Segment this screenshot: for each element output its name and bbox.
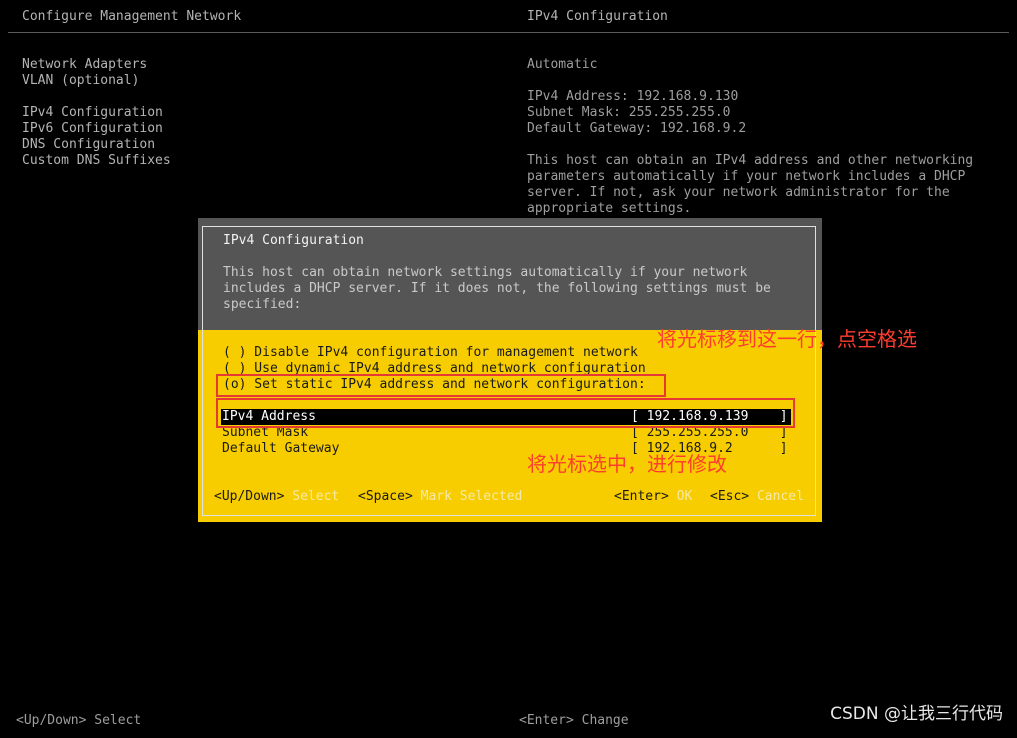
menu-item-ipv6[interactable]: IPv6 Configuration (22, 121, 163, 137)
ipv4-mode: Automatic (527, 57, 598, 72)
annotation-field-note: 将光标选中，进行修改 (527, 452, 727, 476)
hint-action: OK (676, 489, 693, 504)
menu-item-network-adapters[interactable]: Network Adapters (22, 57, 147, 73)
info-description-line: appropriate settings. (527, 201, 692, 216)
info-description-line: server. If not, ask your network adminis… (527, 185, 950, 200)
hint-key: <Space> (358, 489, 413, 504)
hint-enter[interactable]: <Enter> OK (614, 489, 692, 505)
header-divider (8, 32, 1009, 33)
field-label-default-gateway: Default Gateway (222, 441, 340, 456)
dialog-description-line: specified: (223, 297, 302, 312)
info-description-line: parameters automatically if your network… (527, 169, 966, 184)
hint-space: <Space> Mark Selected (358, 489, 522, 505)
ipv4-config-dialog: IPv4 Configuration This host can obtain … (198, 218, 822, 522)
menu-item-vlan[interactable]: VLAN (optional) (22, 73, 139, 89)
hint-key: <Enter> (614, 489, 669, 504)
panel-title: IPv4 Configuration (527, 9, 668, 24)
footer-hint-select: <Up/Down> Select (16, 713, 142, 728)
current-gateway: Default Gateway: 192.168.9.2 (527, 121, 747, 136)
menu-item-ipv4[interactable]: IPv4 Configuration (22, 105, 163, 121)
footer-hint-change: <Enter> Change (519, 713, 629, 728)
dialog-description-line: includes a DHCP server. If it does not, … (223, 281, 771, 296)
annotation-option-note: 将光标移到这一行，点空格选 (657, 327, 917, 351)
hint-action: Select (292, 489, 340, 504)
current-address: IPv4 Address: 192.168.9.130 (527, 89, 739, 104)
dialog-description-line: This host can obtain network settings au… (223, 265, 748, 280)
hint-key: <Up/Down> (214, 489, 285, 504)
watermark: CSDN @让我三行代码 (830, 704, 1003, 724)
hint-action: Cancel (756, 489, 804, 504)
annotation-box-ipv4-address (216, 398, 795, 428)
menu-item-dns[interactable]: DNS Configuration (22, 137, 155, 153)
dialog-title: IPv4 Configuration (223, 233, 364, 248)
hint-up-down: <Up/Down> Select (214, 489, 339, 505)
hint-key: <Esc> (710, 489, 750, 504)
hint-esc[interactable]: <Esc> Cancel (710, 489, 804, 505)
screen-title: Configure Management Network (22, 9, 242, 24)
current-mask: Subnet Mask: 255.255.255.0 (527, 105, 731, 120)
menu-item-dns-suffixes[interactable]: Custom DNS Suffixes (22, 153, 171, 169)
option-disable-ipv4[interactable]: ( ) Disable IPv4 configuration for manag… (223, 345, 638, 361)
hint-action: Mark Selected (420, 489, 523, 504)
info-description-line: This host can obtain an IPv4 address and… (527, 153, 974, 168)
annotation-box-static-option (216, 374, 666, 397)
